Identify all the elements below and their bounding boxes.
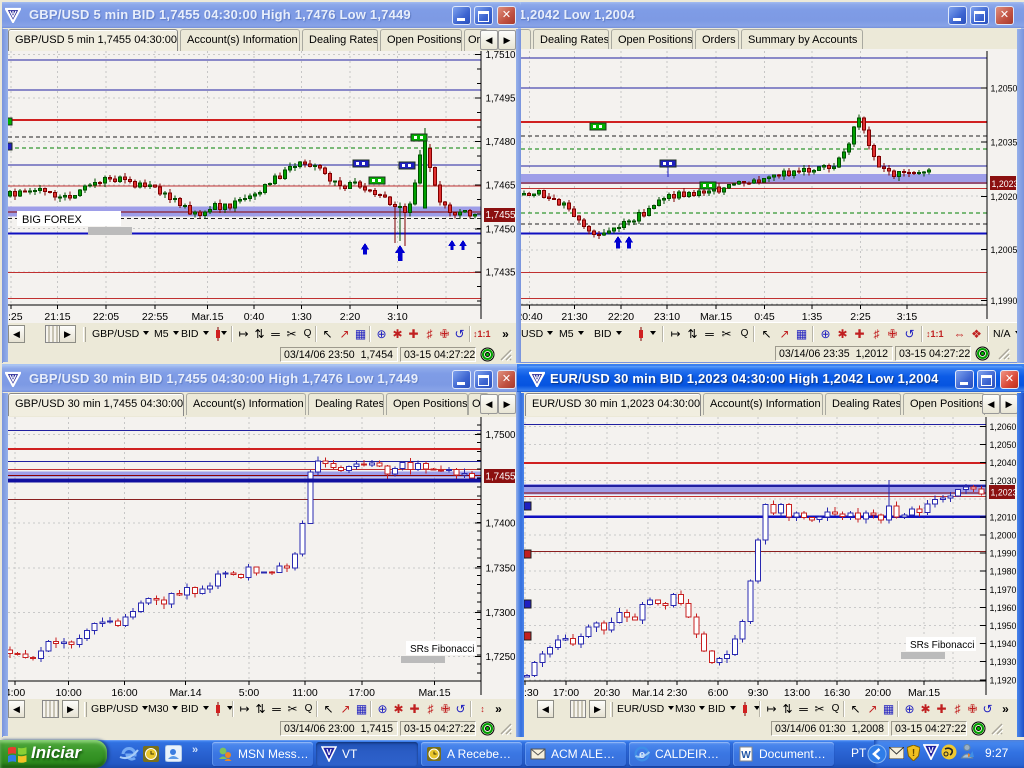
svg-text:1,1960: 1,1960	[990, 603, 1017, 613]
svg-text:Mar.14: Mar.14	[169, 687, 201, 699]
svg-text:Mar.15: Mar.15	[908, 687, 940, 699]
svg-text:1,2030: 1,2030	[990, 476, 1017, 486]
svg-text:1,7510: 1,7510	[486, 51, 517, 61]
svg-text:16:00: 16:00	[111, 687, 137, 699]
svg-text:20:30: 20:30	[594, 687, 620, 699]
svg-text:e: e	[639, 749, 645, 761]
svg-text:22:05: 22:05	[93, 311, 119, 323]
svg-text::25: :25	[8, 311, 23, 323]
svg-text:10:00: 10:00	[55, 687, 81, 699]
svg-text:1,1940: 1,1940	[990, 639, 1017, 649]
svg-text:1,7350: 1,7350	[486, 564, 517, 575]
svg-text:1,2035: 1,2035	[991, 138, 1018, 148]
svg-text:Mar.15: Mar.15	[191, 311, 223, 323]
svg-text:21:15: 21:15	[44, 311, 70, 323]
svg-text:1,7450: 1,7450	[486, 225, 517, 236]
svg-text:1,1920: 1,1920	[990, 675, 1017, 685]
svg-text:W: W	[741, 750, 751, 761]
svg-text:9:30: 9:30	[748, 687, 769, 699]
svg-text:Mar.15: Mar.15	[418, 687, 450, 699]
svg-text:3:10: 3:10	[387, 311, 408, 323]
svg-text:13:00: 13:00	[784, 687, 810, 699]
svg-text:1,1950: 1,1950	[990, 621, 1017, 631]
svg-text:V: V	[326, 748, 332, 757]
svg-text:22:55: 22:55	[142, 311, 168, 323]
svg-text:1,2010: 1,2010	[990, 512, 1017, 522]
svg-text:1,2023: 1,2023	[992, 179, 1019, 189]
svg-text:5:00: 5:00	[239, 687, 260, 699]
svg-text:1,7435: 1,7435	[486, 268, 517, 279]
svg-text:1,2000: 1,2000	[990, 531, 1017, 541]
svg-text:Mar.14: Mar.14	[632, 687, 664, 699]
svg-text:20:00: 20:00	[865, 687, 891, 699]
svg-text:1,7480: 1,7480	[486, 137, 517, 148]
svg-text:2:30: 2:30	[667, 687, 688, 699]
svg-text:1,7455: 1,7455	[486, 210, 517, 221]
svg-text:1,1930: 1,1930	[990, 657, 1017, 667]
svg-text:1,2005: 1,2005	[991, 245, 1018, 255]
svg-text:1,2020: 1,2020	[991, 192, 1018, 202]
svg-text:1,7455: 1,7455	[486, 472, 517, 483]
svg-text:6:00: 6:00	[708, 687, 729, 699]
svg-text:1,7495: 1,7495	[486, 94, 517, 105]
svg-text:11:00: 11:00	[292, 687, 318, 699]
svg-text:1,7250: 1,7250	[486, 652, 517, 663]
svg-text:1,1990: 1,1990	[991, 296, 1018, 306]
svg-text:1,7300: 1,7300	[486, 608, 517, 619]
svg-text:16:30: 16:30	[824, 687, 850, 699]
svg-text:SRs Fibonacci: SRs Fibonacci	[410, 644, 474, 655]
svg-text:17:00: 17:00	[349, 687, 375, 699]
svg-text:1,7465: 1,7465	[486, 181, 517, 192]
svg-text:1,2040: 1,2040	[990, 458, 1017, 468]
svg-text:17:00: 17:00	[553, 687, 579, 699]
svg-text:SRs Fibonacci: SRs Fibonacci	[910, 640, 974, 651]
svg-text:1,2023: 1,2023	[991, 487, 1018, 497]
svg-text:1,2060: 1,2060	[990, 422, 1017, 432]
svg-text:BIG FOREX: BIG FOREX	[22, 214, 83, 226]
svg-text:1,7400: 1,7400	[486, 519, 517, 530]
svg-text:1,1990: 1,1990	[990, 549, 1017, 559]
svg-text:!: !	[912, 748, 915, 759]
svg-text::30: :30	[524, 687, 539, 699]
svg-text:V: V	[928, 746, 934, 755]
svg-text:0:40: 0:40	[244, 311, 265, 323]
svg-text:4:00: 4:00	[8, 687, 25, 699]
svg-text:1,1980: 1,1980	[990, 567, 1017, 577]
svg-text:1:30: 1:30	[291, 311, 312, 323]
svg-text:2:20: 2:20	[340, 311, 361, 323]
svg-text:1,2050: 1,2050	[991, 84, 1018, 94]
svg-text:1,1970: 1,1970	[990, 585, 1017, 595]
svg-text:1,2050: 1,2050	[990, 440, 1017, 450]
svg-text:1,7500: 1,7500	[486, 430, 517, 441]
